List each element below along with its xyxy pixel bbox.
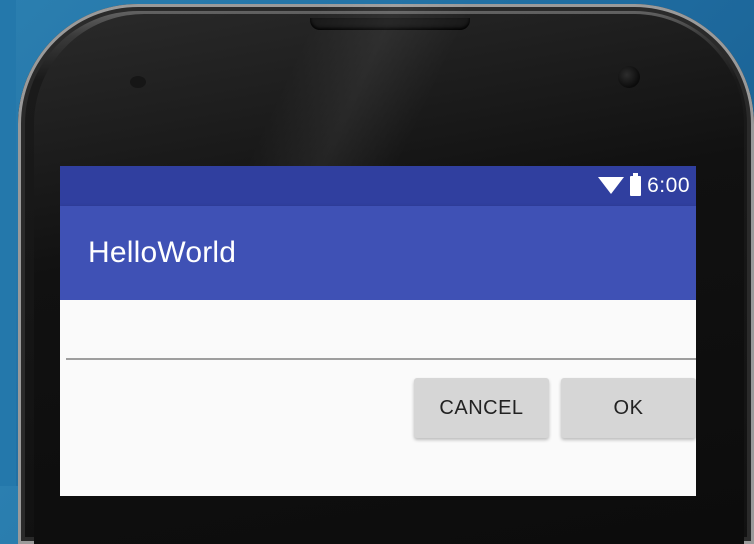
proximity-sensor [130,76,146,88]
app-bar: HelloWorld [60,206,696,300]
app-title: HelloWorld [88,236,237,269]
front-camera-icon [618,66,640,88]
text-input[interactable] [66,318,696,360]
background-frame [0,0,16,486]
ok-button[interactable]: OK [561,378,696,438]
wifi-icon [598,176,625,194]
status-bar: 6:00 [60,166,696,206]
status-icons: 6:00 [598,173,690,198]
cancel-button[interactable]: CANCEL [414,378,549,438]
phone-screen: 6:00 HelloWorld CANCEL OK [60,166,696,496]
dialog-content: CANCEL OK [60,300,696,496]
status-time: 6:00 [647,174,690,197]
speaker-grille [310,18,470,30]
battery-icon [630,173,642,196]
